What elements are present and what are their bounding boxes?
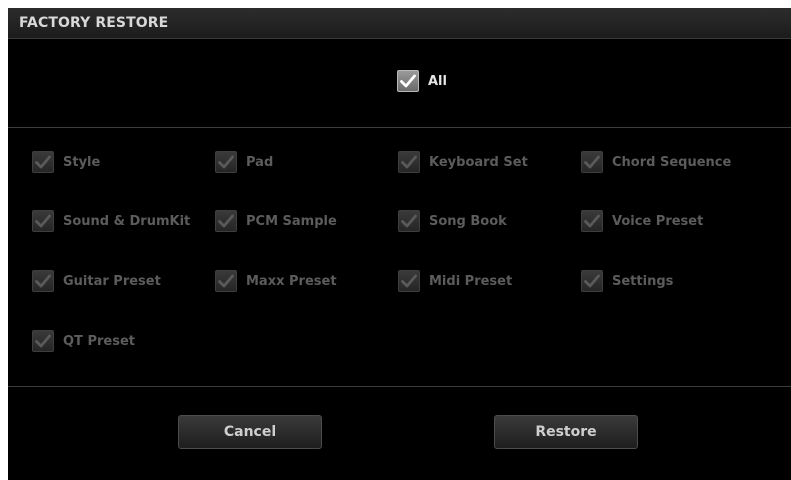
dialog-titlebar: FACTORY RESTORE [8,8,791,39]
checkbox-qt-preset-label: QT Preset [63,333,135,349]
checkbox-all-label: All [428,73,447,89]
checkbox-voice-preset-label: Voice Preset [612,213,704,229]
checkbox-song-book[interactable]: Song Book [398,208,507,234]
checkmark-icon [398,270,420,292]
checkbox-chord-sequence[interactable]: Chord Sequence [581,149,731,175]
checkbox-all[interactable]: All [397,68,447,94]
checkbox-voice-preset[interactable]: Voice Preset [581,208,703,234]
divider-top [8,127,791,128]
checkbox-sound-drumkit[interactable]: Sound & DrumKit [32,208,190,234]
cancel-button[interactable]: Cancel [178,415,322,449]
checkmark-icon [215,151,237,173]
checkmark-icon [32,210,54,232]
checkbox-settings-label: Settings [612,273,674,289]
checkbox-pad-label: Pad [246,154,274,170]
checkbox-maxx-preset[interactable]: Maxx Preset [215,268,337,294]
checkmark-icon [32,270,54,292]
checkbox-style[interactable]: Style [32,149,100,175]
checkbox-pcm-sample[interactable]: PCM Sample [215,208,337,234]
checkbox-style-label: Style [63,154,101,170]
checkmark-icon [398,151,420,173]
divider-bottom [8,386,791,387]
checkbox-qt-preset[interactable]: QT Preset [32,328,135,354]
checkbox-pad[interactable]: Pad [215,149,273,175]
checkbox-midi-preset[interactable]: Midi Preset [398,268,512,294]
checkmark-icon [581,210,603,232]
checkbox-guitar-preset-label: Guitar Preset [63,273,161,289]
checkbox-midi-preset-label: Midi Preset [429,273,513,289]
checkmark-icon [581,270,603,292]
checkmark-icon [581,151,603,173]
checkmark-icon [397,70,419,92]
checkmark-icon [215,210,237,232]
dialog-title: FACTORY RESTORE [19,15,169,31]
checkbox-song-book-label: Song Book [429,213,507,229]
checkbox-maxx-preset-label: Maxx Preset [246,273,337,289]
checkbox-guitar-preset[interactable]: Guitar Preset [32,268,161,294]
checkbox-chord-sequence-label: Chord Sequence [612,154,732,170]
checkbox-keyboard-set-label: Keyboard Set [429,154,528,170]
factory-restore-dialog: FACTORY RESTORE All Style Pad Keyboard S… [8,8,791,480]
checkbox-keyboard-set[interactable]: Keyboard Set [398,149,528,175]
checkbox-sound-drumkit-label: Sound & DrumKit [63,213,191,229]
checkmark-icon [32,151,54,173]
checkmark-icon [398,210,420,232]
restore-button[interactable]: Restore [494,415,638,449]
checkbox-settings[interactable]: Settings [581,268,673,294]
checkmark-icon [215,270,237,292]
checkmark-icon [32,330,54,352]
checkbox-pcm-sample-label: PCM Sample [246,213,337,229]
